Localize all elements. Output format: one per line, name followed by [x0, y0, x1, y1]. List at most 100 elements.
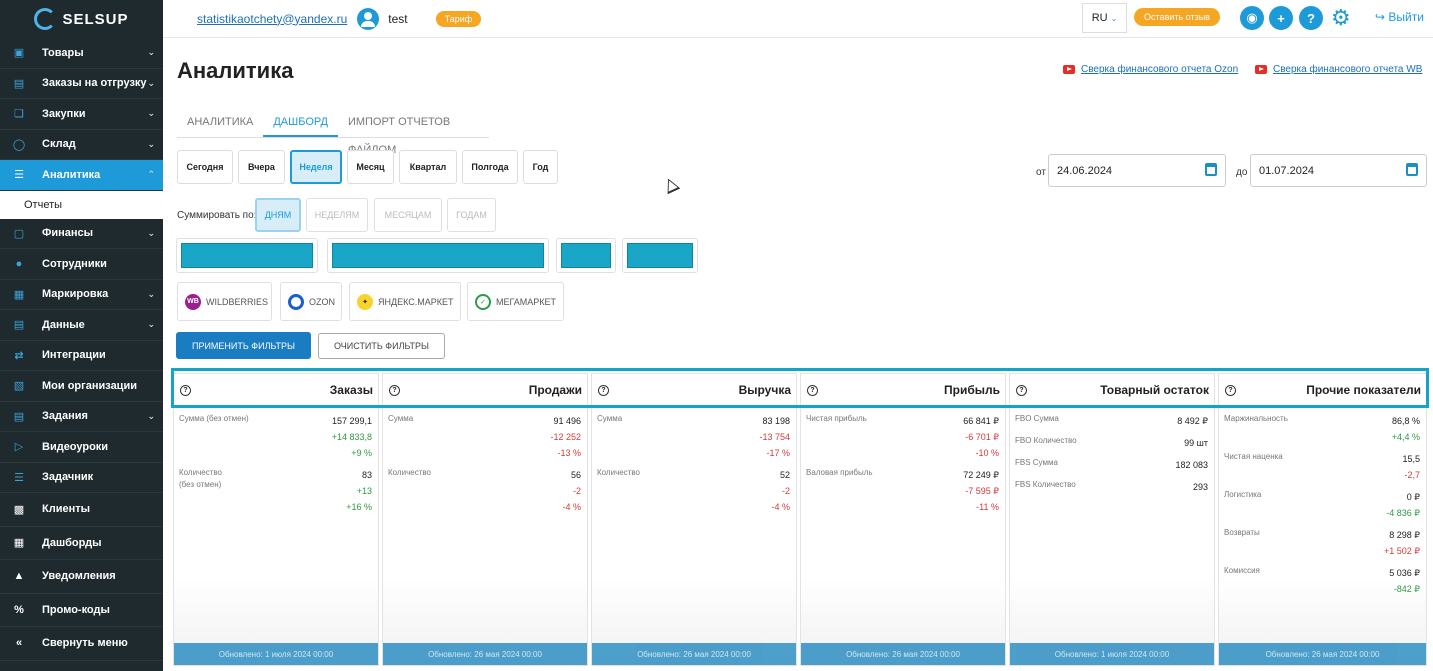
summarize-months-button[interactable]: МЕСЯЦАМ [374, 198, 442, 232]
date-to-value: 01.07.2024 [1259, 164, 1315, 177]
period-month-button[interactable]: Месяц [347, 150, 394, 184]
clear-filters-button[interactable]: ОЧИСТИТЬ ФИЛЬТРЫ [318, 333, 445, 359]
sidebar-item[interactable]: ▷ Видеоуроки [0, 432, 163, 463]
organization-chip[interactable] [556, 238, 616, 273]
marketplace-ozon-chip[interactable]: OZON [280, 282, 342, 321]
sidebar-item[interactable]: ❏ Закупки ⌄ [0, 99, 163, 130]
bell-icon[interactable]: ◉ [1240, 6, 1264, 30]
card-metrics: FBO Сумма 8 492 ₽ FBO Количество 99 шт FBS С… [1010, 407, 1214, 495]
sidebar-item[interactable]: ◯ Склад ⌄ [0, 130, 163, 160]
metric-value: 83 198 [762, 416, 790, 426]
sidebar-item[interactable]: ▦ Дашборды [0, 527, 163, 560]
sidebar-item[interactable]: ☰ Аналитика ⌃ [0, 160, 163, 191]
sidebar-item[interactable]: ☰ Задачник [0, 463, 163, 493]
metric-label: FBO Количество [1015, 436, 1077, 445]
sidebar-item[interactable]: ▧ Мои организации [0, 371, 163, 402]
marketplace-wildberries-chip[interactable]: WB WILDBERRIES [177, 282, 272, 321]
card-updated-footer: Обновлено: 1 июля 2024 00:00 [174, 643, 378, 665]
metric-row: Чистая прибыль 66 841 ₽ -6 701 ₽ -10 % [806, 413, 999, 461]
help-icon[interactable]: ? [1299, 6, 1323, 30]
tab-import[interactable]: ИМПОРТ ОТЧЕТОВ ФАЙЛОМ [338, 108, 489, 156]
logo-text: SELSUP [62, 10, 129, 28]
card-updated-footer: Обновлено: 26 мая 2024 00:00 [383, 643, 587, 665]
sidebar-item[interactable]: ▩ Клиенты [0, 493, 163, 527]
organization-chip[interactable] [622, 238, 698, 273]
warehouse-icon: ◯ [12, 138, 26, 151]
marketplace-label: ЯНДЕКС.МАРКЕТ [378, 296, 454, 307]
calendar-icon[interactable] [1406, 163, 1418, 176]
sidebar-item[interactable]: ▤ Задания ⌄ [0, 402, 163, 432]
feedback-button[interactable]: Оставить отзыв [1134, 8, 1220, 26]
sidebar-item[interactable]: ▦ Маркировка ⌄ [0, 280, 163, 310]
redacted-text [627, 243, 693, 268]
sidebar-item[interactable]: ▲ Уведомления [0, 560, 163, 594]
metric-row: Валовая прибыль 72 249 ₽ -7 595 ₽ -11 % [806, 467, 999, 515]
sidebar-item-label: Клиенты [42, 503, 91, 516]
yandex-market-icon: ✦ [357, 293, 373, 310]
sidebar-item[interactable]: ⇄ Интеграции [0, 341, 163, 371]
calendar-icon[interactable] [1205, 163, 1217, 176]
sidebar-item[interactable]: ▢ Финансы ⌄ [0, 219, 163, 249]
organization-chip[interactable] [327, 238, 549, 273]
period-yesterday-button[interactable]: Вчера [238, 150, 285, 184]
logo[interactable]: SELSUP [0, 0, 163, 38]
tabs: АНАЛИТИКА ДАШБОРД ИМПОРТ ОТЧЕТОВ ФАЙЛОМ [177, 108, 489, 156]
sidebar-item[interactable]: ● Сотрудники [0, 249, 163, 280]
organization-chip[interactable] [176, 238, 318, 273]
metric-pct: -4 % [562, 502, 581, 512]
date-from-label: от [1036, 167, 1046, 178]
metric-delta: +14 833,8 [331, 432, 372, 442]
apply-filters-button[interactable]: ПРИМЕНИТЬ ФИЛЬТРЫ [176, 332, 311, 359]
sidebar-item-label: Свернуть меню [42, 637, 128, 650]
metric-values: 52 -2 -4 % [771, 467, 790, 515]
period-year-button[interactable]: Год [523, 150, 558, 184]
date-from-field[interactable]: 24.06.2024 [1048, 154, 1226, 187]
ozon-report-link[interactable]: Сверка финансового отчета Ozon [1063, 64, 1238, 75]
task-icon: ▤ [13, 410, 25, 423]
add-icon[interactable]: + [1269, 6, 1293, 30]
logout-button[interactable]: ↪ Выйти [1375, 10, 1424, 24]
sidebar-item[interactable]: ▤ Заказы на отгрузку ⌄ [0, 69, 163, 99]
metric-delta: -12 252 [550, 432, 581, 442]
metric-label: Валовая прибыль [806, 468, 873, 477]
account-email-link[interactable]: statistikaotchety@yandex.ru [197, 12, 347, 26]
sidebar-item[interactable]: « Свернуть меню [0, 627, 163, 661]
metric-value: 8 492 ₽ [1177, 416, 1208, 426]
tariff-button[interactable]: Тариф [435, 10, 482, 27]
user-avatar-icon[interactable] [357, 7, 380, 30]
sidebar-item[interactable]: ▤ Данные ⌄ [0, 310, 163, 341]
date-to-label: до [1236, 167, 1248, 178]
period-halfyear-button[interactable]: Полгода [462, 150, 518, 184]
tab-dashboard[interactable]: ДАШБОРД [263, 108, 338, 137]
logo-icon [34, 8, 57, 30]
card-updated-footer: Обновлено: 1 июля 2024 00:00 [1010, 643, 1214, 665]
period-today-button[interactable]: Сегодня [177, 150, 233, 184]
gear-icon[interactable]: ⚙ [1331, 5, 1351, 31]
sidebar-item[interactable]: ▣ Товары ⌄ [0, 38, 163, 69]
period-week-button[interactable]: Неделя [290, 150, 342, 184]
metric-values: 56 -2 -4 % [562, 467, 581, 515]
period-quarter-button[interactable]: Квартал [399, 150, 457, 184]
summarize-days-button[interactable]: ДНЯМ [255, 198, 301, 232]
card-metrics: Сумма (без отмен) 157 299,1 +14 833,8 +9 % К… [174, 407, 378, 515]
marketplace-yandex-chip[interactable]: ✦ ЯНДЕКС.МАРКЕТ [349, 282, 461, 321]
cart-icon: ❏ [14, 108, 24, 121]
sidebar-subitem-reports[interactable]: Отчеты [0, 190, 163, 219]
wb-report-link[interactable]: Сверка финансового отчета WB [1255, 64, 1422, 75]
metric-pct: -4 % [771, 502, 790, 512]
metric-pct: -13 % [557, 448, 581, 458]
tab-analytics[interactable]: АНАЛИТИКА [177, 108, 263, 137]
sidebar-item-label: Сотрудники [42, 257, 107, 270]
metric-value: 182 083 [1175, 460, 1208, 470]
redacted-text [332, 243, 544, 268]
marketplace-megamarket-chip[interactable]: ✓ МЕГАМАРКЕТ [467, 282, 564, 321]
summarize-weeks-button[interactable]: НЕДЕЛЯМ [306, 198, 368, 232]
barcode-icon: ▦ [13, 288, 25, 301]
metric-label: Логистика [1224, 490, 1262, 499]
date-to-field[interactable]: 01.07.2024 [1250, 154, 1427, 187]
summarize-years-button[interactable]: ГОДАМ [447, 198, 496, 232]
language-select[interactable]: RU ⌄ [1082, 3, 1127, 33]
sidebar-item[interactable]: % Промо-коды [0, 594, 163, 627]
metric-values: 83 +13 +16 % [346, 467, 372, 515]
metric-delta: -4 836 ₽ [1386, 508, 1420, 518]
